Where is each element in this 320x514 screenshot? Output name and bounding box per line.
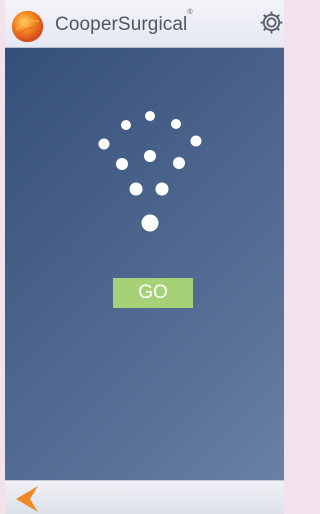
brand-text: CooperSurgical [55,14,188,35]
brand-name: CooperSurgical® [55,9,193,36]
gear-icon[interactable] [259,10,284,35]
bottom-bar [5,480,284,514]
logo-icon [11,10,44,43]
main-panel: GO [5,48,284,480]
back-arrow-icon[interactable] [10,484,40,514]
go-button[interactable]: GO [113,278,193,308]
dots-pattern-icon [98,111,202,232]
app-frame: CooperSurgical® GO [5,0,284,514]
registered-mark: ® [187,8,193,16]
app-header: CooperSurgical® [5,0,284,48]
